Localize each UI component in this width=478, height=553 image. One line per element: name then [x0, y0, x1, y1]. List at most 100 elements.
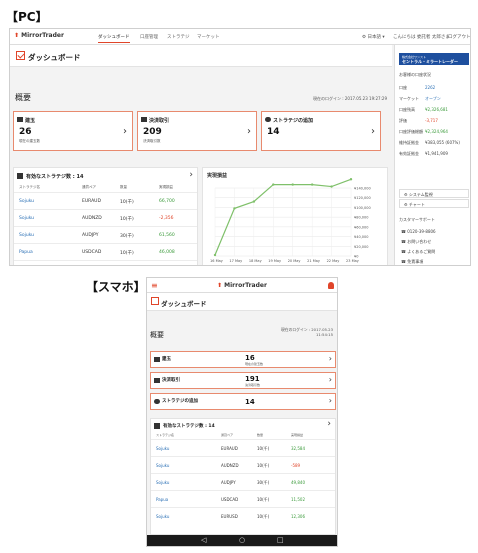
y-tick-label: ¥120,000	[354, 196, 371, 200]
quantity: 30(千)	[120, 234, 134, 239]
pc-logo[interactable]: ⬆ MirrorTrader	[14, 32, 64, 39]
card-value: 14	[245, 398, 255, 406]
table-row[interactable]: Sojuku AUDJPY 30(千) 49,840	[151, 473, 335, 490]
th-name: ストラテジ名	[19, 185, 40, 189]
card-value: 14	[267, 127, 280, 137]
table-row[interactable]: Sojuku EURAUD 10(千) 66,700	[14, 192, 197, 209]
support-item[interactable]: ☎ 免責事項	[401, 259, 423, 265]
data-point	[349, 178, 353, 181]
card-sub: 決済取引数	[143, 139, 161, 143]
support-item[interactable]: ☎ 0120-39-8806	[401, 229, 436, 234]
currency-pair: AUDNZD	[82, 216, 102, 221]
strategy-name-link[interactable]: Sojuku	[156, 446, 169, 451]
table-row[interactable]: Papua USDCAD 10(千) 46,008	[14, 243, 197, 260]
trades-icon	[141, 117, 147, 122]
account-item-value: ¥2,324,964	[425, 129, 448, 134]
currency-pair: AUDJPY	[82, 233, 99, 238]
overview-heading: 概要	[150, 331, 164, 339]
table-row[interactable]: Sojuku AUDJPY 30(千) 61,560	[14, 226, 197, 243]
strategy-name-link[interactable]: Sojuku	[19, 216, 34, 221]
home-icon[interactable]: ○	[239, 536, 245, 544]
table-row[interactable]: Sojuku EURAUD 10(千) 32,584	[151, 439, 335, 456]
tab-account[interactable]: 口座管理	[140, 34, 158, 40]
strategy-panel-title: 有効なストラテジ数 : 14	[26, 174, 84, 180]
positions-card[interactable]: 建玉 26 現在の建玉数 ›	[13, 111, 133, 151]
pnl-chart-panel: 実現損益 ¥140,000 ¥120,000 ¥100,000 ¥80,000 ¥60,…	[202, 167, 388, 265]
account-item-label: 口座残高	[399, 107, 415, 112]
currency-pair: EURUSD	[221, 514, 238, 519]
add-strategy-card[interactable]: ストラテジの追加 14 ›	[150, 393, 336, 410]
recent-apps-icon[interactable]: □	[277, 536, 284, 544]
add-strategy-card[interactable]: ストラテジの追加 14 ›	[261, 111, 381, 151]
th-pair: 通貨ペア	[82, 185, 96, 189]
x-tick-label: 21 May	[307, 259, 320, 263]
settled-trades-card[interactable]: 決済取引 191 決済取引数 ›	[150, 372, 336, 389]
system-monitor-button[interactable]: ⚙ システム監視	[399, 189, 469, 198]
user-icon[interactable]	[328, 282, 334, 289]
quantity: 10(千)	[257, 446, 270, 451]
data-point	[330, 185, 333, 188]
currency-pair: AUDJPY	[221, 480, 236, 485]
pc-sidebar: 株式会社ワンスト セントラル・ミラートレーダー お客様の口座状況 口座 2262 マ…	[394, 45, 470, 265]
table-row[interactable]: Sojuku AUDNZD 10(千) -589	[151, 456, 335, 473]
account-item-label: 口座評価総額	[399, 129, 423, 134]
card-title: 決済取引	[149, 118, 170, 124]
strategy-name-link[interactable]: Sojuku	[156, 480, 169, 485]
back-icon[interactable]: ◁	[201, 536, 206, 544]
th-pair: 通貨ペア	[221, 433, 234, 437]
card-title: ストラテジの追加	[273, 118, 314, 124]
th-qty: 数量	[120, 185, 127, 189]
pc-titlebar: ダッシュボード	[10, 45, 392, 67]
sp-top-nav: ≡ ⬆ MirrorTrader	[147, 278, 337, 293]
tab-dashboard[interactable]: ダッシュボード	[98, 34, 130, 43]
chevron-right-icon: ›	[371, 126, 375, 137]
th-name: ストラテジ名	[156, 433, 175, 437]
support-item[interactable]: ☎ よくあるご質問	[401, 249, 435, 255]
account-item-value: -3,717	[425, 118, 438, 123]
chevron-right-icon[interactable]: ›	[327, 419, 331, 429]
account-item-label: 有効証拠金	[399, 151, 419, 156]
realized-pnl: 32,584	[291, 446, 305, 451]
chart-button[interactable]: ⚙ チャート	[399, 199, 469, 208]
account-item-label: 評価	[399, 118, 407, 123]
positions-card[interactable]: 建玉 16 現在の建玉数 ›	[150, 351, 336, 368]
table-row[interactable]: Sojuku AUDNZD 10(千) -2,356	[14, 209, 197, 226]
table-row[interactable]: Sojuku EURUSD 10(千) 12,306	[151, 507, 335, 524]
data-point	[252, 200, 256, 203]
logo-arrow-icon: ⬆	[217, 282, 223, 289]
tab-strategy[interactable]: ストラテジ	[167, 34, 190, 40]
strategy-name-link[interactable]: Papua	[156, 497, 168, 502]
greeting-text: こんにちは 委託者 太郎さま	[393, 35, 450, 40]
support-item[interactable]: ☎ お問い合わせ	[401, 239, 431, 245]
account-item-value: ¥383,055 (607%)	[425, 140, 460, 145]
x-tick-label: 22 May	[327, 259, 340, 263]
plus-circle-icon	[154, 399, 160, 404]
briefcase-icon	[17, 117, 23, 122]
settled-trades-card[interactable]: 決済取引 209 決済取引数 ›	[137, 111, 257, 151]
card-value: 209	[143, 127, 162, 137]
currency-pair: USDCAD	[221, 497, 239, 502]
dashboard-icon	[16, 51, 25, 60]
strategy-name-link[interactable]: Sojuku	[156, 463, 169, 468]
last-login-line2: 11:54:15	[315, 332, 333, 337]
hamburger-icon[interactable]: ≡	[151, 281, 158, 290]
account-item-label: マーケット	[399, 96, 419, 101]
strategy-name-link[interactable]: Sojuku	[156, 514, 169, 519]
data-point	[291, 183, 294, 186]
table-row[interactable]: Papua USDCAD 10(千) 11,502	[151, 490, 335, 507]
y-tick-label: ¥40,000	[354, 235, 368, 239]
y-tick-label: ¥80,000	[354, 216, 368, 220]
logout-link[interactable]: ログアウト	[448, 34, 470, 40]
chevron-right-icon[interactable]: ›	[189, 170, 193, 180]
android-nav-bar: ◁ ○ □	[147, 535, 337, 546]
strategy-name-link[interactable]: Papua	[19, 250, 33, 255]
page-title: ダッシュボード	[161, 300, 207, 308]
strategy-panel-title: 有効なストラテジ数 : 14	[163, 424, 215, 429]
sp-logo[interactable]: ⬆ MirrorTrader	[217, 282, 267, 289]
strategy-name-link[interactable]: Sojuku	[19, 199, 34, 204]
tab-market[interactable]: マーケット	[197, 34, 220, 40]
strategy-name-link[interactable]: Sojuku	[19, 233, 34, 238]
pc-top-nav: ⬆ MirrorTrader ダッシュボード 口座管理 ストラテジ マーケット …	[10, 29, 470, 45]
language-select[interactable]: ⚙ 日本語 ▾	[362, 34, 385, 40]
table-row[interactable]: SojukuEURUSD10(千)-5,159	[14, 260, 197, 265]
